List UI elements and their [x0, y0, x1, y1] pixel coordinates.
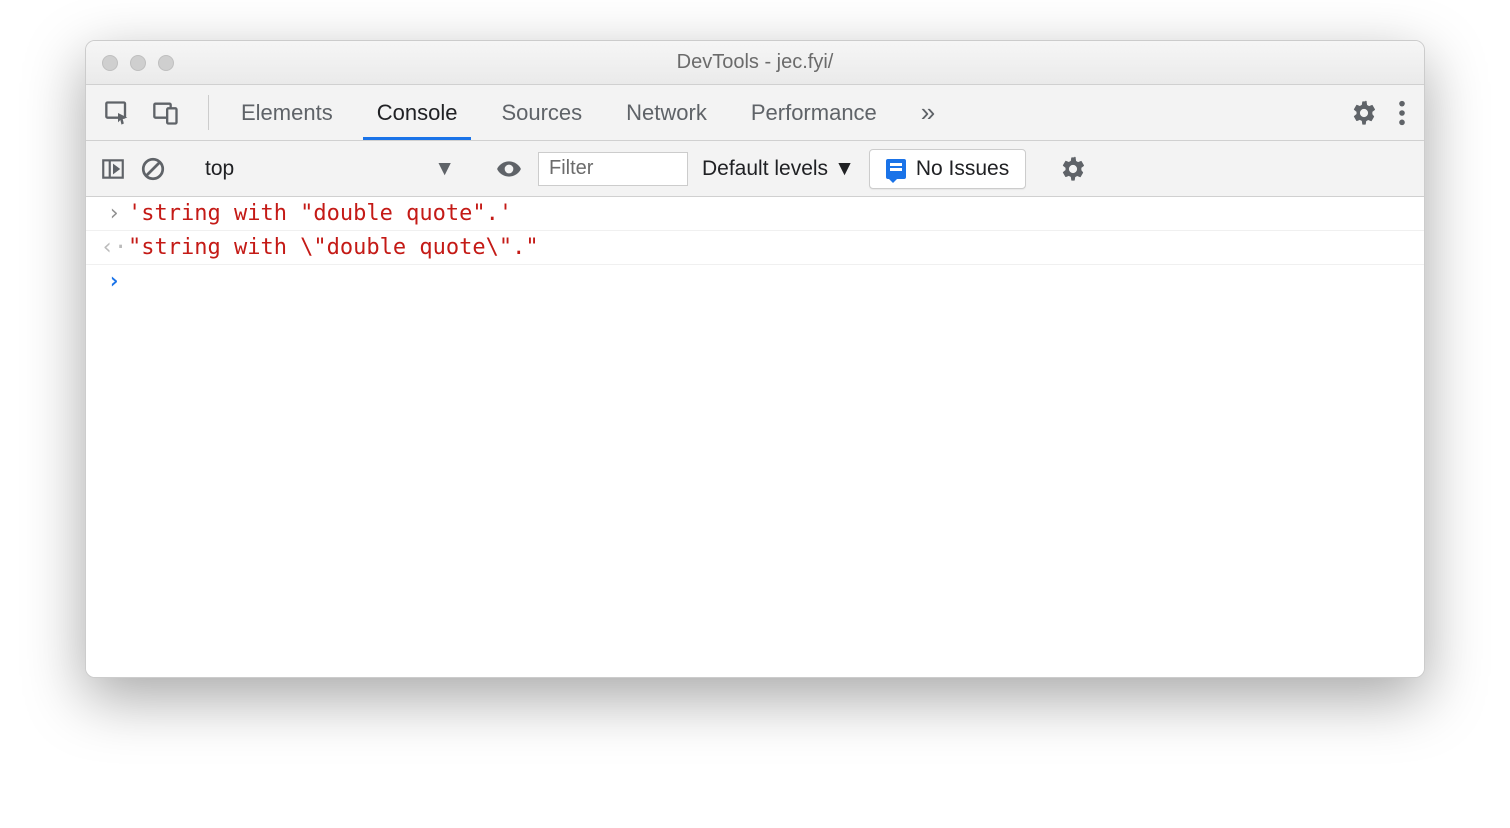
close-window-button[interactable]	[102, 55, 118, 71]
console-line-text: "string with \"double quote\"."	[128, 235, 539, 260]
settings-gear-icon[interactable]	[1350, 99, 1378, 127]
zoom-window-button[interactable]	[158, 55, 174, 71]
window-titlebar: DevTools - jec.fyi/	[86, 41, 1424, 85]
window-controls	[86, 55, 174, 71]
inspect-element-icon[interactable]	[104, 99, 132, 127]
tab-label: Console	[377, 100, 458, 126]
tabs-right-actions	[1311, 85, 1424, 140]
levels-label: Default levels	[702, 157, 828, 181]
execution-context-selector[interactable]: top ▼	[199, 157, 461, 181]
window-title: DevTools - jec.fyi/	[86, 51, 1424, 74]
chevron-down-icon: ▼	[834, 157, 855, 181]
console-output[interactable]: › 'string with "double quote".' ‹· "stri…	[86, 197, 1424, 677]
console-settings-gear-icon[interactable]	[1059, 155, 1087, 183]
tab-label: Performance	[751, 100, 877, 126]
console-output-line: ‹· "string with \"double quote\"."	[86, 231, 1424, 265]
tab-label: Sources	[501, 100, 582, 126]
kebab-menu-icon[interactable]	[1398, 99, 1406, 127]
device-toolbar-icon[interactable]	[152, 99, 180, 127]
tab-network[interactable]: Network	[604, 85, 729, 140]
overflow-glyph: »	[921, 97, 935, 128]
tabs-left-actions	[86, 85, 198, 140]
issues-button[interactable]: No Issues	[869, 149, 1026, 189]
panel-tabs: Elements Console Sources Network Perform…	[219, 85, 957, 140]
tabs-overflow-button[interactable]: »	[899, 85, 957, 140]
prompt-chevron-icon: ›	[100, 269, 128, 294]
console-input-line: › 'string with "double quote".'	[86, 197, 1424, 231]
tab-label: Network	[626, 100, 707, 126]
minimize-window-button[interactable]	[130, 55, 146, 71]
devtools-window: DevTools - jec.fyi/ Elements Console Sou…	[85, 40, 1425, 678]
context-label: top	[205, 157, 234, 181]
devtools-tabs-bar: Elements Console Sources Network Perform…	[86, 85, 1424, 141]
tab-sources[interactable]: Sources	[479, 85, 604, 140]
chevron-down-icon: ▼	[434, 157, 455, 181]
tab-label: Elements	[241, 100, 333, 126]
filter-input[interactable]	[538, 152, 688, 186]
tab-console[interactable]: Console	[355, 85, 480, 140]
tab-performance[interactable]: Performance	[729, 85, 899, 140]
console-toolbar: top ▼ Default levels ▼ No Issues	[86, 141, 1424, 197]
console-prompt-line[interactable]: ›	[86, 265, 1424, 298]
issues-icon	[886, 159, 906, 179]
live-expression-eye-icon[interactable]	[494, 156, 524, 182]
console-line-text: 'string with "double quote".'	[128, 201, 512, 226]
input-chevron-icon: ›	[100, 201, 128, 226]
show-console-sidebar-icon[interactable]	[100, 156, 126, 182]
tab-elements[interactable]: Elements	[219, 85, 355, 140]
log-levels-selector[interactable]: Default levels ▼	[702, 157, 855, 181]
output-chevron-icon: ‹·	[100, 235, 128, 260]
divider	[208, 95, 209, 130]
issues-label: No Issues	[916, 157, 1009, 181]
clear-console-icon[interactable]	[140, 156, 166, 182]
